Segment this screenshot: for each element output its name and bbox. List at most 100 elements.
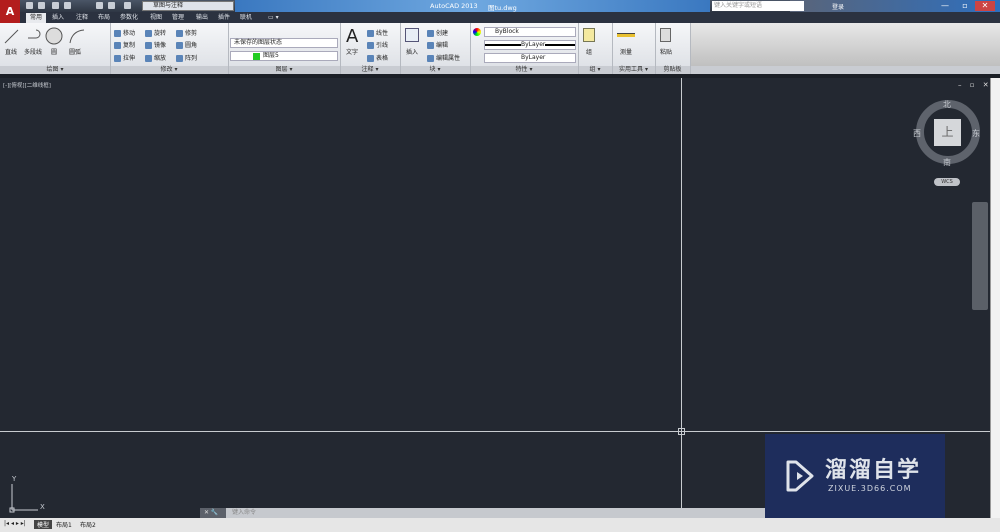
edit-attributes-button[interactable]: 编辑属性 — [427, 53, 460, 62]
workspace-dropdown[interactable]: 草图与注释 — [142, 1, 234, 11]
text-icon[interactable]: A — [346, 26, 358, 47]
minimize-button[interactable]: — — [935, 1, 955, 11]
print-icon[interactable] — [96, 2, 103, 9]
color-dropdown[interactable]: ByBlock — [484, 27, 576, 37]
stretch-label: 拉伸 — [123, 55, 136, 62]
layout-nav-arrows[interactable]: |◂ ◂ ▸ ▸| — [4, 520, 26, 527]
ribbon-tabs: 常用 插入 注释 布局 参数化 视图 管理 输出 插件 联机 ▭ ▾ — [20, 12, 1000, 23]
tab-layout[interactable]: 布局 — [94, 13, 114, 23]
text-button[interactable]: 文字 — [346, 47, 358, 56]
wcs-menu[interactable]: WCS — [934, 178, 960, 186]
paste-icon[interactable] — [660, 28, 671, 42]
mirror-button[interactable]: 镜像 — [145, 40, 166, 49]
group-button[interactable]: 组 — [586, 47, 592, 56]
scale-label: 缩放 — [154, 55, 167, 62]
copy-label: 复制 — [123, 42, 136, 49]
panel-draw-label[interactable]: 绘图 ▾ — [0, 66, 110, 74]
lineweight-dropdown[interactable]: ByLayer — [484, 40, 576, 50]
compass-south[interactable]: 南 — [943, 157, 951, 168]
line-button[interactable]: 直线 — [5, 47, 17, 56]
scale-button[interactable]: 缩放 — [145, 53, 166, 62]
panel-properties-label[interactable]: 特性 ▾ — [470, 66, 578, 74]
copy-button[interactable]: 复制 — [114, 40, 135, 49]
panel-clipboard-label[interactable]: 剪贴板 — [655, 66, 690, 74]
tab-output[interactable]: 输出 — [192, 13, 212, 23]
circle-button[interactable]: 圆 — [51, 47, 57, 56]
panel-block-label[interactable]: 块 ▾ — [400, 66, 470, 74]
tab-view[interactable]: 视图 — [146, 13, 166, 23]
new-icon[interactable] — [26, 2, 33, 9]
save-icon[interactable] — [52, 2, 59, 9]
tab-model[interactable]: 模型 — [34, 520, 53, 529]
command-line-controls[interactable]: ✕ 🔧 — [200, 508, 226, 518]
create-block-button[interactable]: 创建 — [427, 28, 448, 37]
polyline-button[interactable]: 多段线 — [24, 47, 42, 56]
measure-button[interactable]: 测量 — [620, 47, 632, 56]
crosshair-horizontal — [0, 431, 990, 432]
panel-annotation-label[interactable]: 注释 ▾ — [340, 66, 400, 74]
watermark-play-logo — [786, 460, 814, 492]
crosshair-vertical — [681, 78, 682, 518]
table-button[interactable]: 表格 — [367, 53, 388, 62]
rotate-button[interactable]: 旋转 — [145, 28, 166, 37]
command-line[interactable] — [200, 508, 800, 518]
linear-dim-button[interactable]: 线性 — [367, 28, 388, 37]
insert-button[interactable]: 插入 — [406, 47, 418, 56]
panel-utilities-label[interactable]: 实用工具 ▾ — [612, 66, 655, 74]
tab-extra[interactable]: ▭ ▾ — [264, 13, 283, 23]
search-input[interactable]: 键入关键字或短语 — [712, 1, 804, 11]
array-label: 阵列 — [185, 55, 198, 62]
tab-plugins[interactable]: 插件 — [214, 13, 234, 23]
tab-layout2[interactable]: 布局2 — [80, 520, 96, 529]
login-button[interactable]: 登录 — [832, 2, 844, 11]
fillet-button[interactable]: 圆角 — [176, 40, 197, 49]
viewport-controls[interactable]: – ▫ ✕ — [958, 81, 992, 89]
tab-annotate[interactable]: 注释 — [72, 13, 92, 23]
app-title: AutoCAD 2013 — [430, 2, 478, 10]
watermark-title: 溜溜自学 — [825, 458, 922, 483]
lineweight-label: ByLayer — [521, 41, 546, 48]
tab-home[interactable]: 常用 — [26, 13, 47, 23]
layer-state-dropdown[interactable]: 未保存的图层状态 — [230, 38, 338, 48]
panel-modify-label[interactable]: 修改 ▾ — [110, 66, 228, 74]
leader-button[interactable]: 引线 — [367, 40, 388, 49]
trim-button[interactable]: 修剪 — [176, 28, 197, 37]
insert-block-icon[interactable] — [405, 28, 419, 42]
tab-online[interactable]: 联机 — [236, 13, 256, 23]
navigation-bar[interactable] — [972, 202, 988, 310]
move-button[interactable]: 移动 — [114, 28, 135, 37]
arc-button[interactable]: 圆弧 — [69, 47, 81, 56]
compass-north[interactable]: 北 — [943, 99, 951, 110]
stretch-button[interactable]: 拉伸 — [114, 53, 135, 62]
viewport-label[interactable]: [-][俯视][二维线框] — [3, 81, 51, 89]
close-button[interactable]: ✕ — [975, 1, 995, 11]
measure-icon[interactable] — [617, 33, 635, 37]
maximize-button[interactable]: ▫ — [955, 1, 975, 11]
open-icon[interactable] — [38, 2, 45, 9]
tab-layout1[interactable]: 布局1 — [56, 520, 72, 529]
linetype-dropdown[interactable]: ByLayer — [484, 53, 576, 63]
tab-manage[interactable]: 管理 — [168, 13, 188, 23]
panel-layers-label[interactable]: 图层 ▾ — [228, 66, 340, 74]
compass-east[interactable]: 东 — [972, 128, 980, 139]
rotate-label: 旋转 — [154, 30, 167, 37]
undo-icon[interactable] — [108, 2, 115, 9]
save-as-icon[interactable] — [64, 2, 71, 9]
redo-icon[interactable] — [124, 2, 131, 9]
command-input[interactable]: 键入命令 — [232, 508, 256, 518]
tab-parametric[interactable]: 参数化 — [116, 13, 142, 23]
tab-insert[interactable]: 插入 — [48, 13, 68, 23]
app-menu-button[interactable]: A — [0, 0, 20, 23]
group-icon[interactable] — [583, 28, 595, 42]
compass-west[interactable]: 西 — [913, 128, 921, 139]
layer-dropdown[interactable]: 图层5 — [230, 51, 338, 61]
watermark-url: ZIXUE.3D66.COM — [828, 484, 912, 493]
layer-color-swatch — [253, 53, 260, 60]
edit-block-button[interactable]: 编辑 — [427, 40, 448, 49]
panel-groups-label[interactable]: 组 ▾ — [578, 66, 612, 74]
table-label: 表格 — [376, 55, 389, 62]
paste-button[interactable]: 粘贴 — [660, 47, 672, 56]
vertical-scrollbar[interactable] — [990, 78, 1000, 518]
array-button[interactable]: 阵列 — [176, 53, 197, 62]
viewcube-top-face[interactable]: 上 — [934, 119, 961, 146]
